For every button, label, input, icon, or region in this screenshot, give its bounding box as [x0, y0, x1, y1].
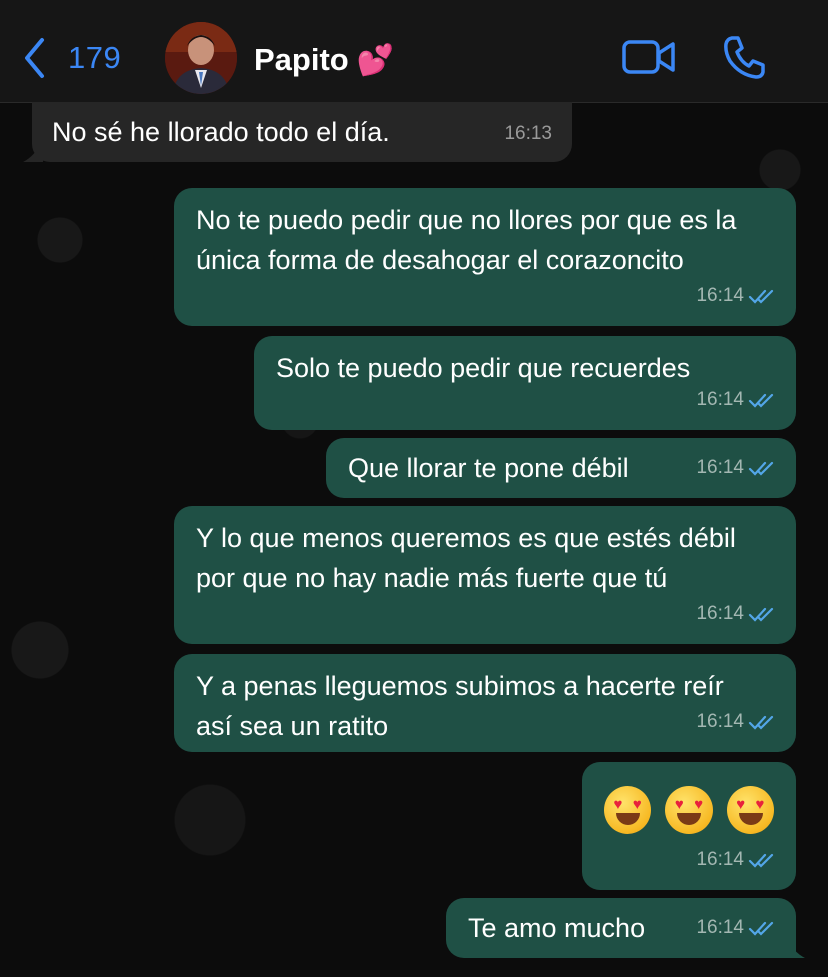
read-ticks-icon: [748, 607, 774, 622]
avatar-image: [165, 22, 237, 94]
message-outgoing[interactable]: Y a penas lleguemos subimos a hacerte re…: [174, 654, 796, 752]
avatar[interactable]: [165, 22, 237, 94]
message-time: 16:14: [696, 457, 744, 478]
read-ticks-icon: [748, 289, 774, 304]
message-time: 16:14: [696, 917, 744, 938]
message-text: Y a penas lleguemos subimos a hacerte re…: [196, 671, 724, 741]
message-meta: 16:13: [504, 114, 552, 154]
contact-name-text: Papito: [254, 42, 349, 77]
message-meta: 16:14: [696, 908, 776, 948]
message-incoming[interactable]: No sé he llorado todo el día. 16:13: [23, 102, 572, 162]
read-ticks-icon: [748, 461, 774, 476]
message-outgoing[interactable]: Y lo que menos queremos es que estés déb…: [174, 506, 796, 644]
read-ticks-icon: [748, 393, 774, 408]
unread-count: 179: [68, 40, 122, 75]
message-time: 16:14: [696, 603, 744, 624]
back-button[interactable]: 179: [22, 34, 121, 82]
message-time: 16:14: [696, 285, 744, 306]
heart-eyes-emoji-icon: ♥ ♥: [604, 786, 652, 834]
heart-eyes-emoji-icon: ♥ ♥: [726, 786, 774, 834]
bubble-tail: [23, 140, 43, 162]
read-ticks-icon: [748, 853, 774, 868]
message-outgoing[interactable]: Te amo mucho 16:14: [446, 898, 805, 958]
two-hearts-icon: 💕: [356, 43, 395, 77]
message-outgoing[interactable]: Que llorar te pone débil 16:14: [326, 438, 796, 498]
message-meta: 16:14: [696, 448, 776, 488]
bubble-tail: [785, 936, 805, 958]
message-meta: 16:14: [696, 276, 776, 316]
message-meta: 16:14: [696, 840, 776, 880]
chat-header: 179 Papito 💕: [0, 0, 828, 103]
read-ticks-icon: [748, 921, 774, 936]
message-outgoing[interactable]: 😍 😍 😍 ♥♥ ♥♥ ♥♥ 16:14: [582, 762, 796, 890]
heart-eyes-emoji-icon: ♥ ♥: [665, 786, 713, 834]
message-text: No sé he llorado todo el día.: [52, 117, 390, 147]
chevron-left-icon: [25, 38, 44, 78]
message-meta: 16:14: [696, 594, 776, 634]
read-ticks-icon: [748, 715, 774, 730]
video-call-icon[interactable]: [622, 38, 676, 76]
contact-name[interactable]: Papito 💕: [254, 42, 394, 78]
message-time: 16:14: [696, 849, 744, 870]
phone-icon[interactable]: [722, 34, 766, 80]
emoji-row: ♥ ♥ ♥ ♥ ♥ ♥: [604, 786, 774, 834]
message-time: 16:14: [696, 389, 744, 410]
message-meta: 16:14: [696, 380, 776, 420]
message-time: 16:13: [504, 123, 552, 144]
message-time: 16:14: [696, 711, 744, 732]
message-meta: 16:14: [696, 702, 776, 742]
message-outgoing[interactable]: No te puedo pedir que no llores por que …: [174, 188, 796, 326]
message-outgoing[interactable]: Solo te puedo pedir que recuerdes 16:14: [254, 336, 796, 430]
message-text: Y lo que menos queremos es que estés déb…: [196, 523, 736, 593]
message-text: No te puedo pedir que no llores por que …: [196, 205, 737, 275]
